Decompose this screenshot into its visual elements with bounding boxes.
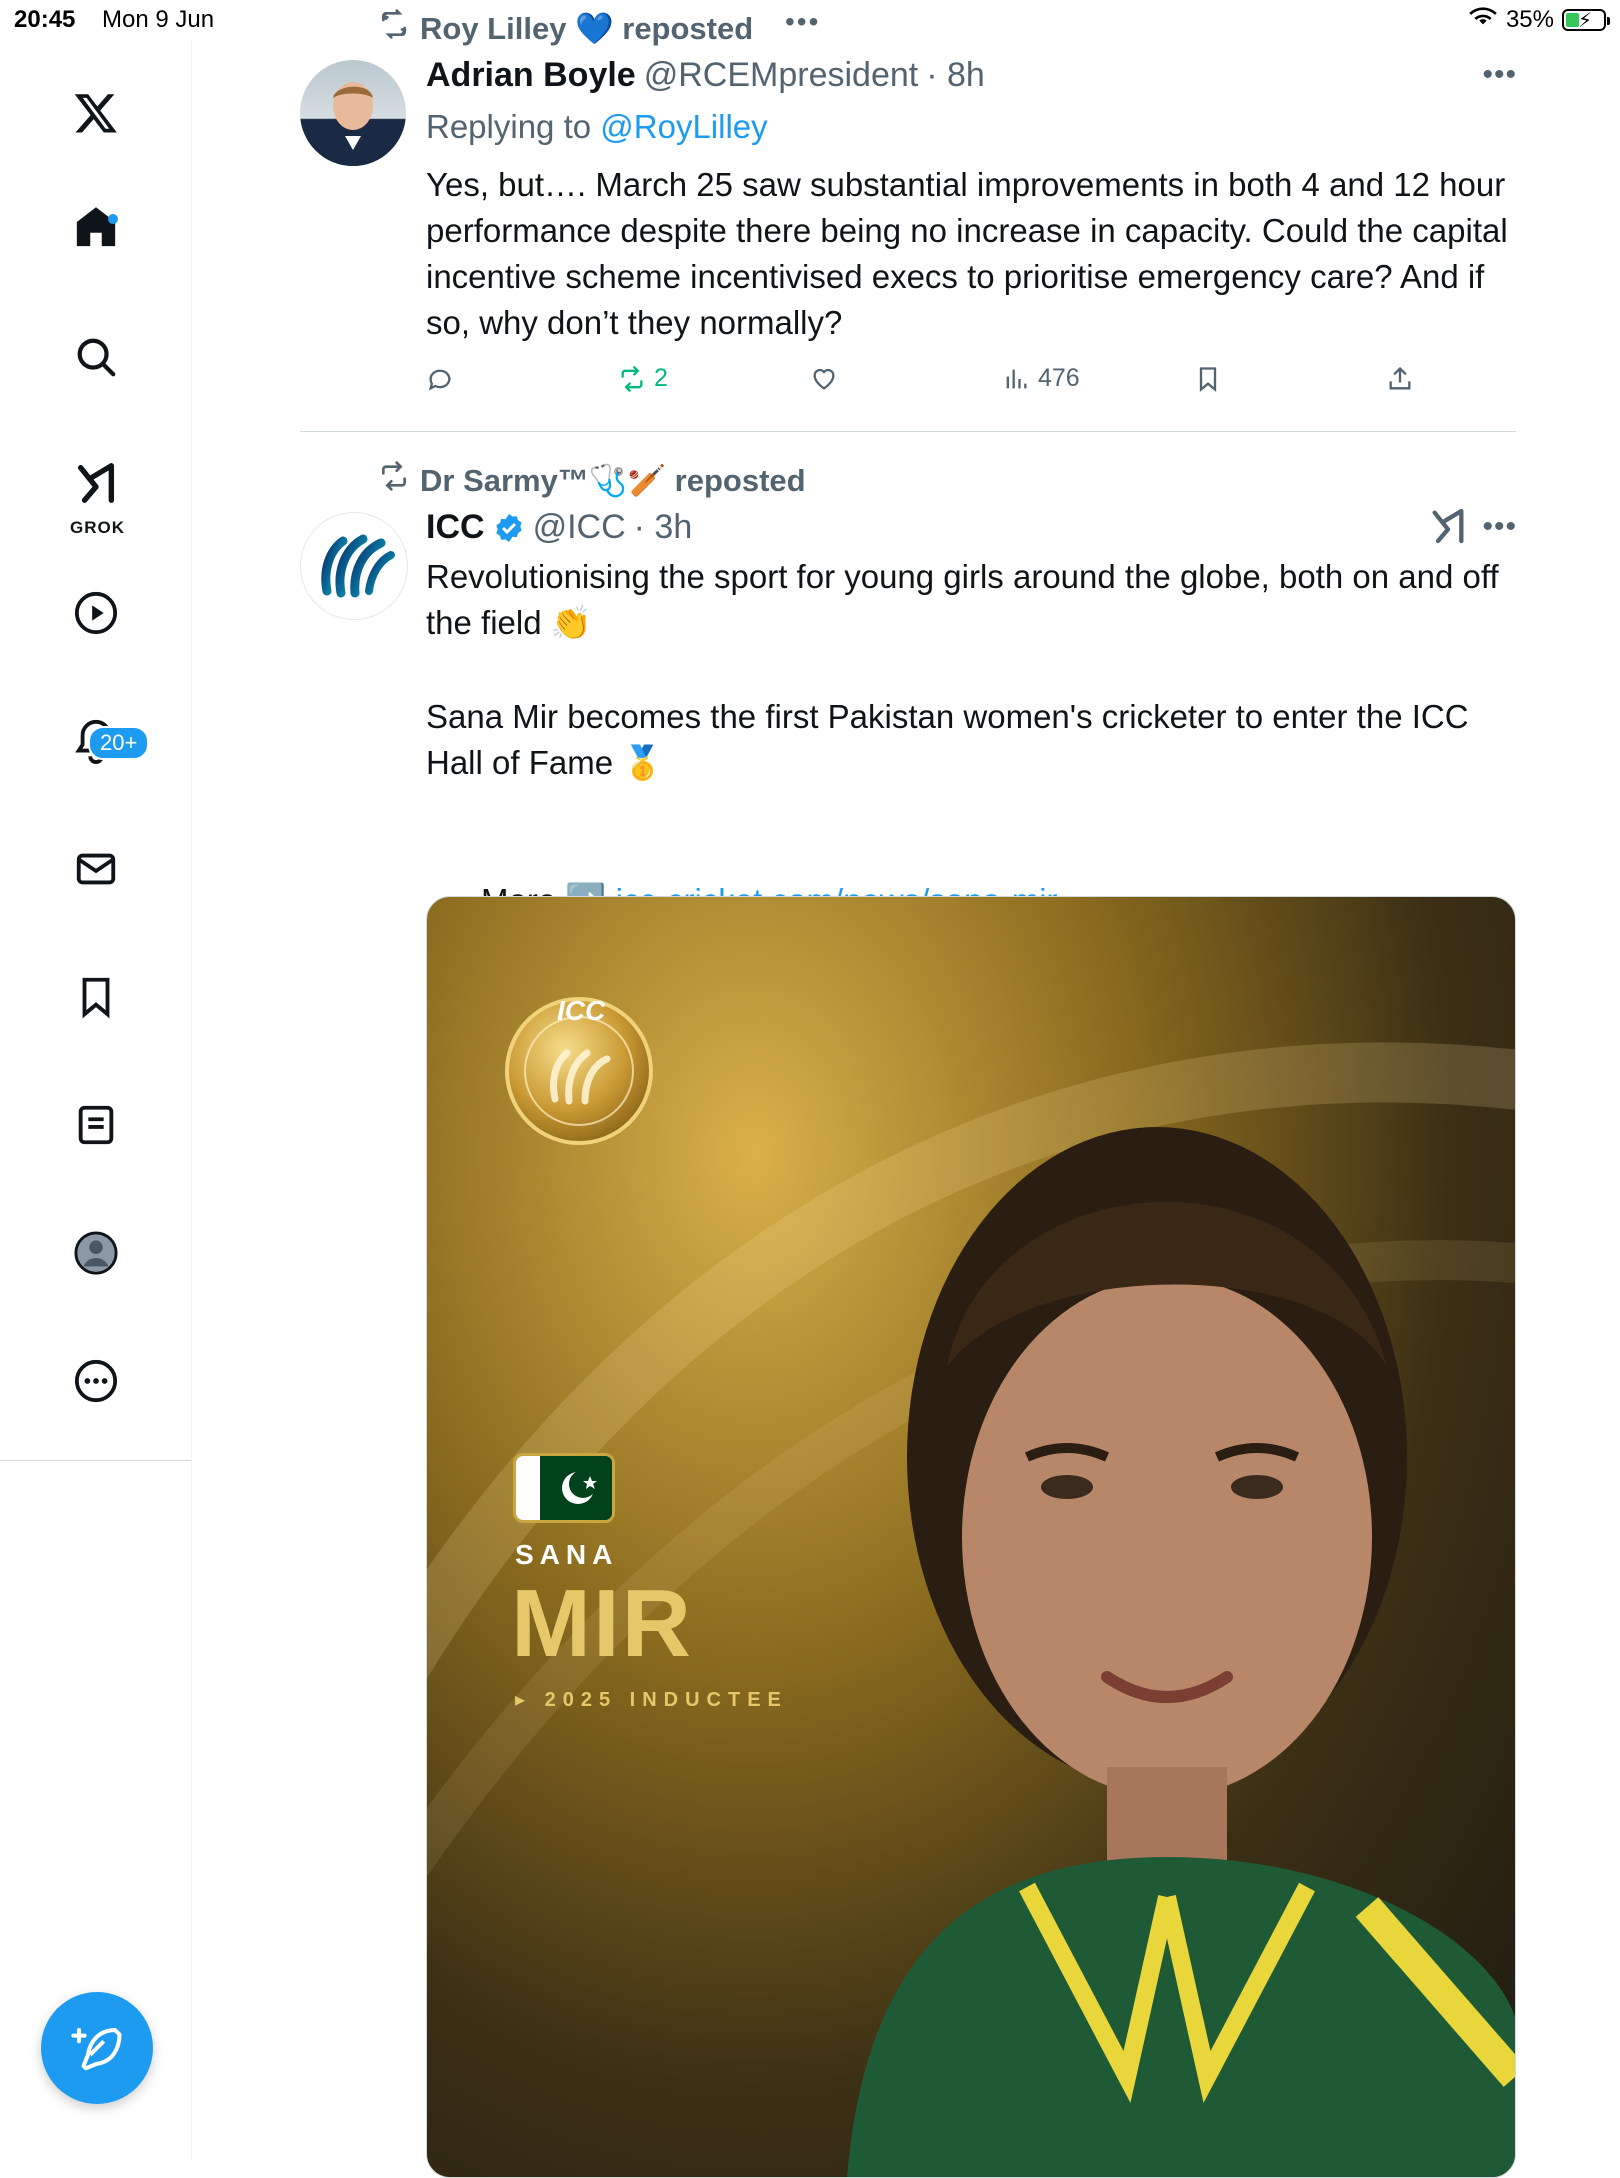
like-button[interactable] [810, 365, 890, 393]
repost-icon [621, 365, 643, 392]
sidebar-divider [0, 1460, 191, 1461]
inductee-first-name: SANA [515, 1539, 619, 1570]
compose-feather-icon [71, 2027, 122, 2071]
grok-label: GROK [70, 518, 125, 537]
mail-icon[interactable] [71, 844, 121, 894]
bookmark-icon [1199, 366, 1217, 392]
share-icon [1389, 366, 1411, 389]
reply-icon [428, 369, 451, 391]
grok-icon[interactable] [71, 458, 121, 508]
more-options-icon[interactable]: ••• [1482, 58, 1517, 92]
more-options-icon[interactable]: ••• [1482, 510, 1517, 544]
repost-icon [378, 8, 410, 48]
share-button[interactable] [1386, 365, 1426, 393]
repost-context[interactable]: Roy Lilley 💙 reposted [378, 8, 753, 48]
tweet-header: ICC @ICC · 3h [426, 508, 692, 547]
verified-badge-icon [495, 513, 522, 542]
media-artwork: ICC SANA MIR ▸ 2025 INDUCTEE [427, 897, 1515, 2177]
home-icon[interactable] [71, 202, 121, 252]
author-name[interactable]: ICC [426, 508, 485, 547]
repost-context[interactable]: Dr Sarmy™🩺🏏 reposted [378, 460, 806, 500]
profile-icon[interactable] [71, 1228, 121, 1278]
repost-button[interactable]: 2 [618, 364, 698, 393]
inductee-caption: ▸ 2025 INDUCTEE [515, 1689, 788, 1711]
home-unread-dot [108, 214, 118, 224]
tweet-actions: 2 476 [426, 364, 1426, 393]
replying-prefix: Replying to [426, 108, 601, 145]
grok-icon[interactable] [1428, 506, 1468, 551]
timeline: ••• Roy Lilley 💙 reposted Adrian Boyle @… [192, 0, 1620, 2178]
pakistan-flag-icon [513, 1453, 615, 1523]
list-icon[interactable] [71, 1100, 121, 1150]
reply-button[interactable] [426, 365, 506, 393]
notifications-badge: 20+ [88, 726, 150, 760]
avatar[interactable] [300, 60, 406, 166]
author-handle[interactable]: @ICC [533, 508, 626, 547]
status-time: 20:45 [14, 6, 76, 33]
replying-to-link[interactable]: @RoyLilley [600, 108, 767, 145]
repost-context-label: Dr Sarmy™🩺🏏 reposted [420, 462, 806, 498]
tweet-text: Yes, but…. March 25 saw substantial impr… [426, 166, 1517, 341]
bookmark-button[interactable] [1194, 365, 1274, 393]
tweet-media-image[interactable]: ICC SANA MIR ▸ 2025 INDUCTEE [426, 896, 1516, 2178]
tweet-text-paragraph: Sana Mir becomes the first Pakistan wome… [426, 698, 1478, 781]
bookmark-icon[interactable] [71, 972, 121, 1022]
replying-to: Replying to @RoyLilley [426, 108, 768, 146]
sidebar: GROK 20+ [0, 40, 192, 2160]
play-icon[interactable] [71, 588, 121, 638]
hall-of-fame-logo-text: ICC [557, 995, 606, 1026]
tweet-header: Adrian Boyle @RCEMpresident · 8h [426, 56, 985, 95]
icc-logo-icon [321, 534, 395, 598]
tweet-divider [300, 431, 1516, 432]
tweet-time[interactable]: · 8h [926, 56, 985, 95]
views-button[interactable]: 476 [1002, 364, 1082, 393]
tweet-time[interactable]: · 3h [634, 508, 693, 547]
top-drag-dots-icon: ••• [785, 6, 821, 37]
heart-icon [813, 368, 835, 390]
tweet-text-paragraph: Revolutionising the sport for young girl… [426, 558, 1508, 641]
avatar[interactable] [300, 512, 408, 620]
inductee-last-name: MIR [511, 1570, 693, 1677]
views-icon [1006, 369, 1027, 388]
repost-icon [378, 460, 410, 500]
views-count: 476 [1038, 364, 1080, 392]
compose-button[interactable] [41, 1992, 153, 2104]
author-handle[interactable]: @RCEMpresident [644, 56, 919, 95]
x-logo-icon[interactable] [71, 88, 121, 138]
repost-count: 2 [654, 364, 668, 392]
repost-context-label: Roy Lilley 💙 reposted [420, 10, 754, 46]
more-circle-icon[interactable] [71, 1356, 121, 1406]
search-icon[interactable] [71, 332, 121, 382]
author-name[interactable]: Adrian Boyle [426, 56, 636, 95]
